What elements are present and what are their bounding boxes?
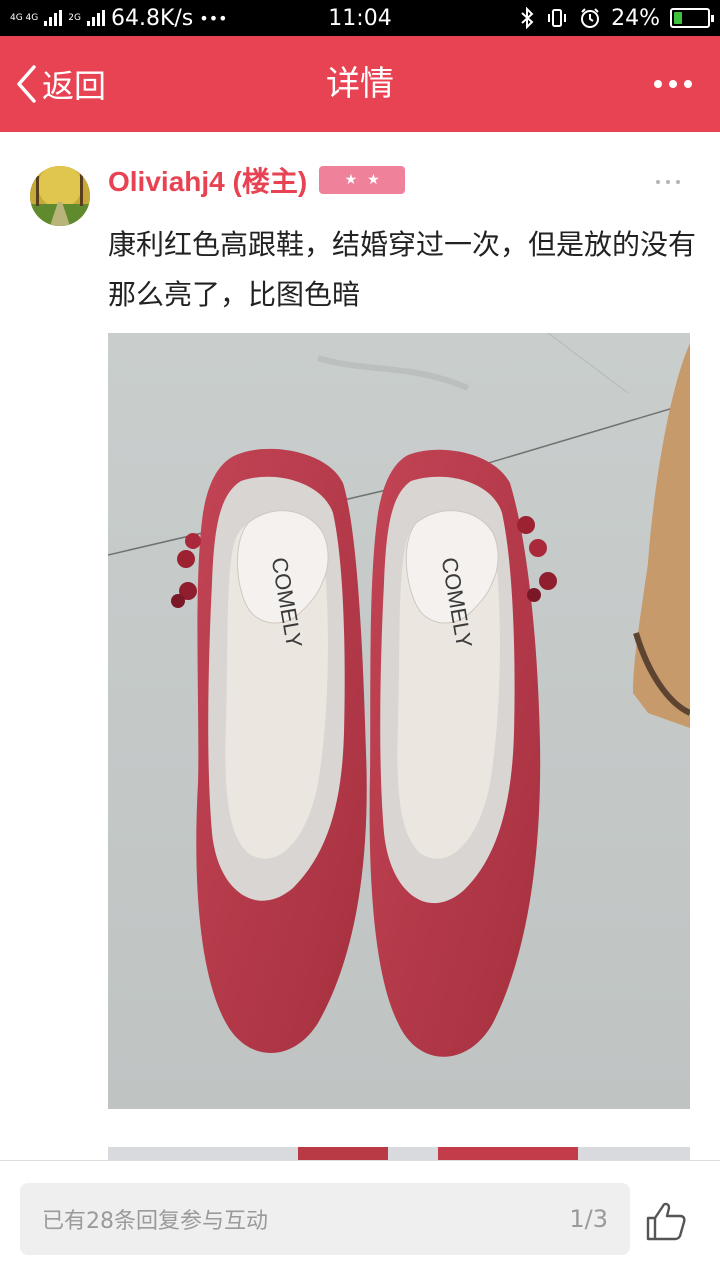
image-2-detail <box>298 1147 388 1160</box>
post-content[interactable]: Oliviahj4 (楼主) ★★ 康利红色高跟鞋，结婚穿过一次，但是放的没有那… <box>0 132 720 1160</box>
more-dot-icon <box>684 80 692 88</box>
red-heels-photo: COMELY COMELY <box>108 333 690 1109</box>
options-dot-icon <box>666 180 670 184</box>
back-label: 返回 <box>42 67 107 105</box>
image-2-detail <box>438 1147 578 1160</box>
more-dot-icon <box>669 80 677 88</box>
options-dot-icon <box>656 180 660 184</box>
more-notifications-icon: ••• <box>199 8 228 28</box>
network-4g-label: 4G 4G <box>10 12 39 23</box>
status-bar: 4G 4G 2G 64.8K/s ••• 11:04 24% <box>0 0 720 36</box>
reply-input[interactable]: 已有28条回复参与互动 1/3 <box>20 1183 630 1255</box>
post-image-2[interactable] <box>108 1147 690 1160</box>
alarm-icon <box>581 8 600 28</box>
back-button[interactable]: 返回 <box>14 36 106 132</box>
battery-fill <box>674 12 682 24</box>
vibrate-icon <box>548 9 567 27</box>
level-badge: ★★ <box>319 166 406 194</box>
signal-2g-icon <box>86 10 105 26</box>
avatar-image <box>30 166 90 226</box>
network-speed: 64.8K/s <box>110 5 194 31</box>
bluetooth-icon <box>521 7 534 29</box>
bottom-bar: 已有28条回复参与互动 1/3 <box>0 1160 720 1280</box>
options-dot-icon <box>676 180 680 184</box>
more-dot-icon <box>654 80 662 88</box>
chevron-left-icon <box>17 65 36 103</box>
battery-percent: 24% <box>611 5 660 31</box>
nav-bar: 返回 详情 <box>0 36 720 132</box>
battery-icon <box>670 8 714 28</box>
more-menu-button[interactable] <box>654 36 692 132</box>
page-title: 详情 <box>326 64 394 104</box>
status-right: 24% <box>519 5 714 31</box>
like-button[interactable] <box>644 1199 688 1243</box>
author-row: Oliviahj4 (楼主) ★★ <box>108 160 406 200</box>
author-name[interactable]: Oliviahj4 (楼主) <box>108 160 307 200</box>
post-image[interactable]: COMELY COMELY <box>108 333 690 1109</box>
avatar[interactable] <box>30 166 90 226</box>
network-type-label: 4G 4G <box>10 12 39 23</box>
post-body-text: 康利红色高跟鞋，结婚穿过一次，但是放的没有那么亮了，比图色暗 <box>108 228 697 311</box>
page-indicator[interactable]: 1/3 <box>569 1205 608 1233</box>
stars-icon: ★★ <box>344 172 390 188</box>
network-2g-label: 2G <box>68 12 81 23</box>
status-left: 4G 4G 2G 64.8K/s ••• <box>10 6 519 31</box>
thumbs-up-icon <box>646 1202 686 1241</box>
signal-icon <box>44 10 63 26</box>
post-options-button[interactable] <box>656 180 680 184</box>
reply-placeholder: 已有28条回复参与互动 <box>42 1209 268 1234</box>
